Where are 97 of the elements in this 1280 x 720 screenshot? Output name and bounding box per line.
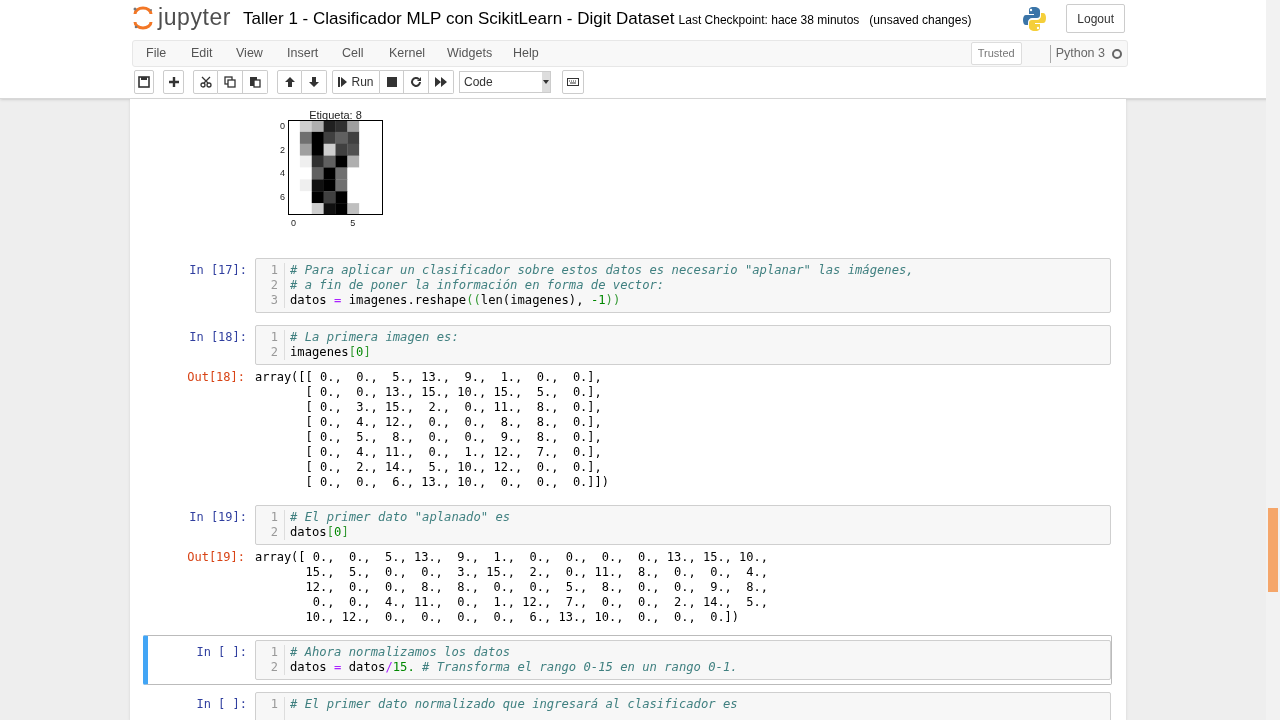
code-line: imagenes[0]: [290, 345, 372, 360]
axis-tick-label: 2: [280, 144, 285, 155]
menu-item[interactable]: Cell: [342, 44, 364, 63]
add-cell-button[interactable]: [163, 70, 184, 94]
kernel-name: Python 3: [1055, 45, 1105, 63]
caret-icon: [543, 80, 549, 84]
logout-button[interactable]: Logout: [1066, 4, 1125, 33]
menu-item[interactable]: Kernel: [389, 44, 426, 63]
output-line: 0., 0., 4., 11., 0., 1., 12., 7., 0., 0., 2., 14., 5.,: [311, 595, 768, 610]
line-number: 1: [269, 645, 278, 660]
run-icon: [338, 76, 348, 88]
output-prompt: Out[19]:: [187, 550, 245, 564]
menu-item[interactable]: Help: [513, 44, 539, 63]
output-line: 12., 0., 0., 8., 8., 0., 0., 5., 8., 0., 0., 9., 8.,: [304, 580, 768, 595]
line-number: 1: [269, 263, 278, 278]
fast-forward-button[interactable]: [429, 70, 454, 94]
line-number: 1: [269, 697, 278, 712]
menu-item[interactable]: Widgets: [447, 44, 493, 63]
paste-button[interactable]: [243, 70, 268, 94]
output-line: [ 0., 0., 6., 13., 10., 0., 0., 0.]]): [304, 475, 609, 490]
cell-type-dropdown[interactable]: Code: [459, 71, 551, 93]
scrollbar[interactable]: [1266, 0, 1280, 720]
cut-icon: [199, 76, 212, 88]
save-icon: [138, 76, 150, 88]
keyboard-button[interactable]: [562, 70, 584, 94]
code-line: # Para aplicar un clasificador sobre estos datos es necesario "aplanar" las imágenes,: [290, 263, 914, 278]
line-number: 2: [269, 525, 278, 540]
menu-item[interactable]: View: [236, 44, 263, 63]
output-prompt: Out[18]:: [187, 370, 245, 384]
code-line: # La primera imagen es:: [290, 330, 459, 345]
code-line: datos = datos/15. # Transforma el rango 0-15 en un rango 0-1.: [290, 660, 738, 675]
chart-title: Etiqueta: 8: [308, 109, 363, 122]
code-line: datos[0]: [290, 525, 350, 540]
axis-tick-label: 0: [290, 218, 296, 228]
code-cell-input[interactable]: 1 2 # Ahora normalizamos los datos datos = datos/15. # Transforma el rango 0-15 en un rango 0-1.: [255, 640, 1111, 680]
input-prompt: In [19]:: [189, 510, 247, 524]
line-number: 1: [269, 330, 278, 345]
line-number: 2: [269, 278, 278, 293]
axis-tick-label: 4: [280, 168, 285, 179]
output-line: [ 0., 0., 13., 15., 10., 15., 5., 0.],: [304, 385, 603, 400]
menu-item[interactable]: File: [146, 44, 167, 63]
save-button[interactable]: [134, 70, 154, 94]
trusted-indicator[interactable]: Trusted: [970, 42, 1022, 65]
axis-tick-label: 6: [280, 192, 285, 203]
input-prompt: In [ ]:: [196, 645, 247, 659]
output-line: array([ 0., 0., 5., 13., 9., 1., 0., 0., 0., 0., 13., 15., 10.,: [255, 550, 768, 565]
stop-button[interactable]: [380, 70, 404, 94]
output-line: [ 0., 2., 14., 5., 10., 12., 0., 0.],: [304, 460, 603, 475]
output-line: array([[ 0., 0., 5., 13., 9., 1., 0., 0.],: [255, 370, 603, 385]
code-line: # a fin de poner la información en forma de vector:: [290, 278, 666, 293]
line-number: 3: [269, 293, 278, 308]
output-line: [ 0., 5., 8., 0., 0., 9., 8., 0.],: [304, 430, 603, 445]
checkpoint-text: Last Checkpoint: hace 38 minutos: [678, 12, 860, 29]
restart-button[interactable]: [404, 70, 429, 94]
logo-text: jupyter: [158, 6, 232, 29]
scrollbar-thumb[interactable]: [1268, 508, 1278, 592]
code-cell-input[interactable]: 1 # El primer dato normalizado que ingresará al clasificador es: [255, 692, 1111, 720]
copy-button[interactable]: [218, 70, 243, 94]
stop-icon: [385, 76, 398, 88]
output-line: [ 0., 4., 11., 0., 1., 12., 7., 0.],: [304, 445, 603, 460]
output-line: [ 0., 4., 12., 0., 0., 8., 8., 0.],: [304, 415, 603, 430]
code-line: # El primer dato normalizado que ingresará al clasificador es: [290, 697, 738, 712]
move-up-icon: [283, 76, 296, 88]
code-cell-input[interactable]: 1 2 # La primera imagen es: imagenes[0]: [255, 325, 1111, 365]
output-line: [ 0., 3., 15., 2., 0., 11., 8., 0.],: [304, 400, 603, 415]
copy-icon: [224, 76, 236, 88]
output-line: 10., 12., 0., 0., 0., 0., 6., 13., 10., 0., 0., 0.]): [304, 610, 741, 625]
code-cell-input[interactable]: 1 2 # El primer dato "aplanado" es datos[0]: [255, 505, 1111, 545]
line-number: 2: [269, 660, 278, 675]
line-number: 2: [269, 345, 278, 360]
code-line: # El primer dato "aplanado" es: [290, 510, 511, 525]
input-prompt: In [17]:: [189, 263, 247, 277]
menu-item[interactable]: Insert: [287, 44, 319, 63]
notebook-title[interactable]: Taller 1 - Clasificador MLP con ScikitLearn - Digit Dataset: [243, 5, 675, 32]
unsaved-status: (unsaved changes): [869, 12, 972, 29]
restart-icon: [410, 76, 422, 88]
line-number: 1: [269, 510, 278, 525]
keyboard-icon: [567, 76, 579, 88]
code-line: # Ahora normalizamos los datos: [290, 645, 512, 660]
cut-button[interactable]: [193, 70, 218, 94]
menu-item[interactable]: Edit: [191, 44, 213, 63]
jupyter-logo-icon: [132, 5, 154, 30]
fast-forward-icon: [435, 76, 447, 88]
paste-icon: [249, 76, 261, 88]
move-down-icon: [308, 76, 320, 88]
code-line: datos = imagenes.reshape((len(imagenes), -1)): [290, 293, 622, 308]
input-prompt: In [ ]:: [196, 697, 247, 711]
code-cell-input[interactable]: 1 2 3 # Para aplicar un clasificador sobre estos datos es necesario "aplanar" las imágenes, # a fin de poner la información en forma de vector: datos = imagenes.reshape((len(imagenes), -1)): [255, 258, 1111, 313]
output-line: 15., 5., 0., 0., 3., 15., 2., 0., 11., 8., 0., 0., 4.,: [304, 565, 768, 580]
add-cell-icon: [167, 76, 180, 88]
run-button[interactable]: Run: [332, 70, 380, 94]
axis-tick-label: 5: [350, 218, 356, 228]
axis-tick-label: 0: [280, 120, 285, 131]
python-logo-icon: [1022, 4, 1049, 33]
input-prompt: In [18]:: [189, 330, 247, 344]
move-down-button[interactable]: [302, 70, 327, 94]
move-up-button[interactable]: [277, 70, 302, 94]
